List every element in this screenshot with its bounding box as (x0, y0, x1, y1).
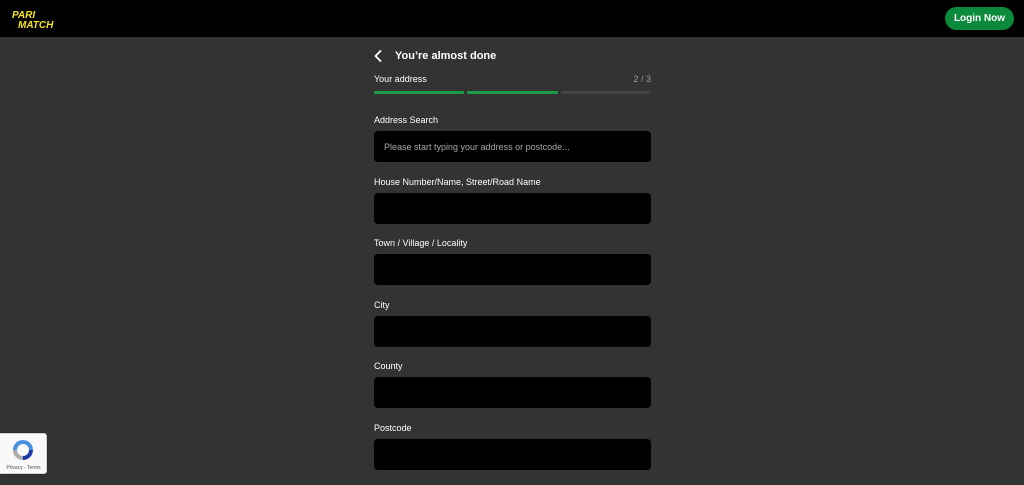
progress-segment (560, 91, 651, 94)
page-title: You’re almost done (395, 50, 497, 62)
postcode-input[interactable] (374, 439, 651, 470)
recaptcha-icon (13, 440, 33, 460)
street-address-input[interactable] (374, 193, 651, 224)
step-count: 2 / 3 (633, 74, 651, 84)
step-label: Your address (374, 74, 427, 84)
logo-text-line2: MATCH (18, 20, 54, 30)
back-button[interactable] (374, 49, 384, 63)
city-input[interactable] (374, 316, 651, 347)
recaptcha-badge[interactable]: Privacy - Terms (0, 433, 47, 474)
postcode-label: Postcode (374, 423, 412, 433)
town-label: Town / Village / Locality (374, 238, 468, 248)
recaptcha-links[interactable]: Privacy - Terms (0, 465, 47, 471)
progress-bar (374, 91, 651, 94)
progress-segment (467, 91, 558, 94)
county-label: County (374, 361, 403, 371)
address-search-input[interactable] (374, 131, 651, 162)
town-input[interactable] (374, 254, 651, 285)
city-label: City (374, 300, 390, 310)
street-address-label: House Number/Name, Street/Road Name (374, 177, 541, 187)
top-bar: PARI MATCH Login Now (0, 0, 1024, 37)
parimatch-logo[interactable]: PARI MATCH (10, 8, 64, 30)
address-search-label: Address Search (374, 115, 439, 125)
county-input[interactable] (374, 377, 651, 408)
progress-segment (374, 91, 465, 94)
login-now-button[interactable]: Login Now (945, 7, 1014, 30)
form-header: You’re almost done (374, 49, 651, 63)
chevron-left-icon (374, 50, 382, 62)
step-indicator: Your address 2 / 3 (374, 74, 651, 86)
